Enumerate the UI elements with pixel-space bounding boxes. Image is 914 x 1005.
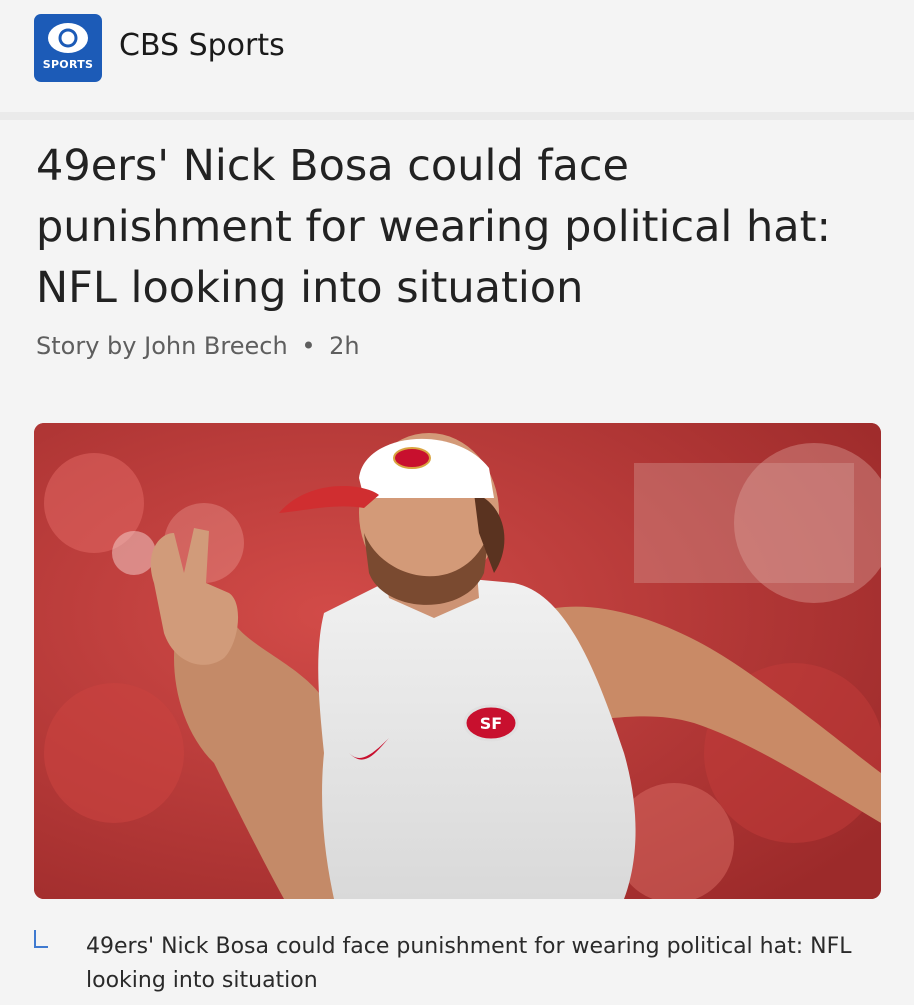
- author-name[interactable]: John Breech: [144, 332, 288, 360]
- publish-time: 2h: [329, 332, 360, 360]
- byline-prefix: Story by: [36, 332, 137, 360]
- byline-separator: •: [301, 332, 316, 360]
- byline: Story by John Breech • 2h: [36, 332, 360, 360]
- publisher-header: SPORTS CBS Sports: [0, 0, 914, 112]
- article-photo[interactable]: SF: [34, 423, 881, 899]
- article-headline: 49ers' Nick Bosa could face punishment f…: [36, 141, 831, 313]
- cbs-sports-logo[interactable]: SPORTS: [34, 14, 102, 82]
- publisher-name[interactable]: CBS Sports: [119, 28, 285, 63]
- cbs-eye-icon: [48, 23, 88, 53]
- section-divider: [0, 112, 914, 120]
- player-photo-illustration: SF: [34, 423, 881, 899]
- caption-corner-icon: [34, 930, 48, 948]
- caption-text: 49ers' Nick Bosa could face punishment f…: [86, 934, 852, 993]
- logo-text: SPORTS: [42, 58, 94, 71]
- svg-text:SF: SF: [480, 714, 502, 733]
